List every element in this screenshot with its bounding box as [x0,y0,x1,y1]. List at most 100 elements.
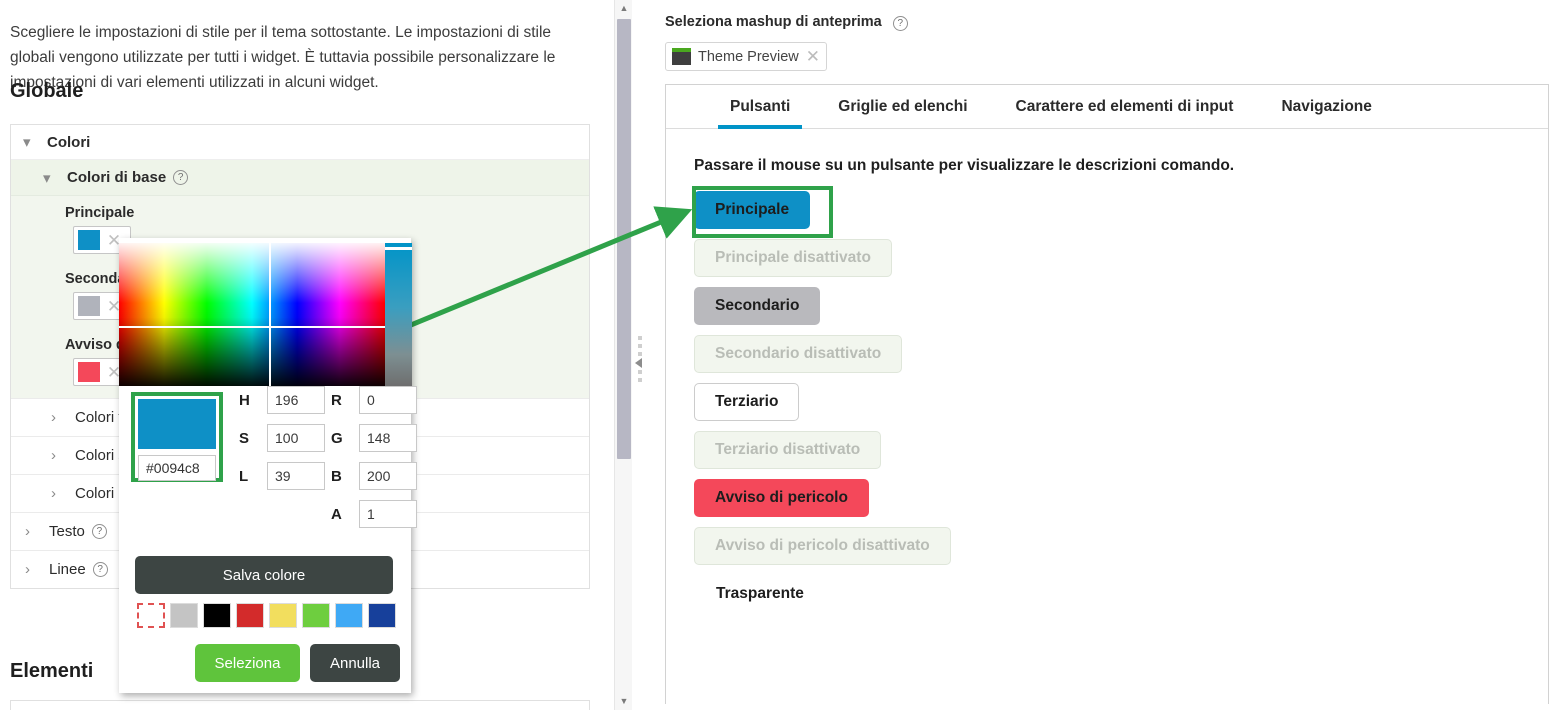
scroll-up-icon[interactable]: ▲ [615,0,633,17]
preset-swatch-green[interactable] [302,603,330,628]
tab-label: Griglie ed elenchi [838,97,968,115]
selected-color-swatch [138,399,216,449]
chevron-down-icon: ▾ [23,134,31,151]
preset-swatch-gray[interactable] [170,603,198,628]
elements-heading: Elementi [10,660,94,682]
preset-swatch-lightblue[interactable] [335,603,363,628]
remove-mashup-icon[interactable]: ✕ [806,48,820,65]
hex-input[interactable]: #0094c8 [138,455,216,481]
section-header-colori-label: Colori [47,133,91,151]
preview-mashup-label-text: Seleziona mashup di anteprima [665,14,882,30]
section-header-colori[interactable]: ▾ Colori [11,125,589,160]
chevron-right-icon: › [51,409,56,426]
preset-swatch-transparent[interactable] [137,603,165,628]
help-icon[interactable]: ? [92,562,108,577]
preview-button-avviso-di-pericolo[interactable]: Avviso di pericolo [694,479,869,517]
preview-button-trasparente[interactable]: Trasparente [694,575,824,613]
lightness-slider-thumb[interactable] [385,247,412,250]
scrollbar-thumb[interactable] [617,19,631,459]
field-label-a: A [331,505,342,523]
chevron-right-icon: › [51,447,56,464]
lightness-slider[interactable] [385,243,412,386]
crosshair-horizontal [119,326,385,328]
sidebar-item-label: Testo [49,523,85,540]
preset-swatch-darkblue[interactable] [368,603,396,628]
tab-label: Pulsanti [730,97,791,115]
preview-content: Passare il mouse su un pulsante per visu… [666,129,1548,703]
color-channel-fields: H 196 R 0 S 100 G 148 L 39 B 200 A 1 [239,386,417,528]
tab-griglie-ed-elenchi[interactable]: Griglie ed elenchi [814,85,991,128]
tab-navigazione[interactable]: Navigazione [1257,85,1395,128]
field-label-s: S [239,429,250,447]
field-input-r[interactable]: 0 [359,386,417,414]
sidebar-item-label: Linee [49,561,86,578]
preview-button-secondario[interactable]: Secondario [694,287,821,325]
tab-label: Carattere ed elementi di input [1015,97,1234,115]
select-button[interactable]: Seleziona [195,644,300,682]
help-icon[interactable]: ? [173,170,189,185]
selected-color-preview-box: #0094c8 [131,392,223,482]
preview-button-principale-disattivato: Principale disattivato [694,239,892,277]
preset-swatch-red[interactable] [236,603,264,628]
color-swatch-secondario[interactable] [78,296,100,316]
tab-pulsanti[interactable]: Pulsanti [706,85,814,129]
chevron-right-icon: › [25,523,30,540]
preview-button-avviso-di-pericolo-disattivato: Avviso di pericolo disattivato [694,527,951,565]
saturation-brightness-map[interactable] [119,243,385,386]
mashup-thumbnail-icon [672,48,691,65]
field-label-l: L [239,467,249,485]
splitter-grip-dot [638,378,642,382]
save-color-button[interactable]: Salva colore [135,556,393,594]
color-presets-row [137,603,396,628]
preview-panel: Seleziona mashup di anteprima ? Theme Pr… [660,0,1549,710]
chevron-down-icon: ▾ [43,169,51,187]
field-input-l[interactable]: 39 [267,462,325,490]
help-icon[interactable]: ? [892,16,908,31]
splitter-grip-dot [638,344,642,348]
field-label-r: R [331,391,342,409]
preview-hint: Passare il mouse su un pulsante per visu… [694,157,1235,174]
chevron-right-icon: › [51,485,56,502]
section-header-colori-di-base[interactable]: ▾ Colori di base ? [11,160,589,196]
chevron-right-icon: › [25,561,30,578]
collapse-left-icon[interactable] [635,358,642,368]
mashup-chip-label: Theme Preview [698,48,799,65]
field-input-h[interactable]: 196 [267,386,325,414]
page-title: Globale [10,80,84,102]
preview-mashup-label: Seleziona mashup di anteprima ? [665,14,908,31]
preview-button-terziario-disattivato: Terziario disattivato [694,431,882,469]
help-icon[interactable]: ? [91,524,107,539]
color-gradient-area [119,238,412,386]
preview-button-principale[interactable]: Principale [694,191,811,229]
color-values-area: #0094c8 H 196 R 0 S 100 G 148 L 39 B 200… [119,386,417,531]
left-panel-scrollbar[interactable]: ▲ ▼ [614,0,632,710]
panel-splitter-handle[interactable] [634,336,648,388]
preview-button-terziario[interactable]: Terziario [694,383,800,421]
section-header-colori-di-base-label: Colori di base [67,169,167,186]
preview-frame: Pulsanti Griglie ed elenchi Carattere ed… [665,84,1549,704]
color-picker-popup[interactable]: #0094c8 H 196 R 0 S 100 G 148 L 39 B 200… [119,238,417,693]
color-swatch-principale[interactable] [78,230,100,250]
preview-buttons-list: Principale Principale disattivato Second… [694,191,1548,613]
tab-carattere-ed-elementi-di-input[interactable]: Carattere ed elementi di input [992,85,1258,128]
preview-button-secondario-disattivato: Secondario disattivato [694,335,903,373]
splitter-grip-dot [638,336,642,340]
field-label-b: B [331,467,342,485]
color-swatch-avviso[interactable] [78,362,100,382]
scroll-down-icon[interactable]: ▼ [615,693,633,710]
preset-swatch-yellow[interactable] [269,603,297,628]
cancel-button[interactable]: Annulla [310,644,400,682]
crosshair-vertical [269,243,271,386]
field-label-g: G [331,429,343,447]
preset-swatch-black[interactable] [203,603,231,628]
splitter-grip-dot [638,352,642,356]
color-label-principale: Principale [65,205,135,221]
field-input-a[interactable]: 1 [359,500,417,528]
tab-label: Navigazione [1281,97,1372,115]
mashup-chip[interactable]: Theme Preview ✕ [665,42,827,71]
field-input-b[interactable]: 200 [359,462,417,490]
intro-description: Scegliere le impostazioni di stile per i… [10,24,556,91]
field-input-g[interactable]: 148 [359,424,417,452]
field-input-s[interactable]: 100 [267,424,325,452]
theme-editor-screen: Scegliere le impostazioni di stile per i… [0,0,1549,710]
